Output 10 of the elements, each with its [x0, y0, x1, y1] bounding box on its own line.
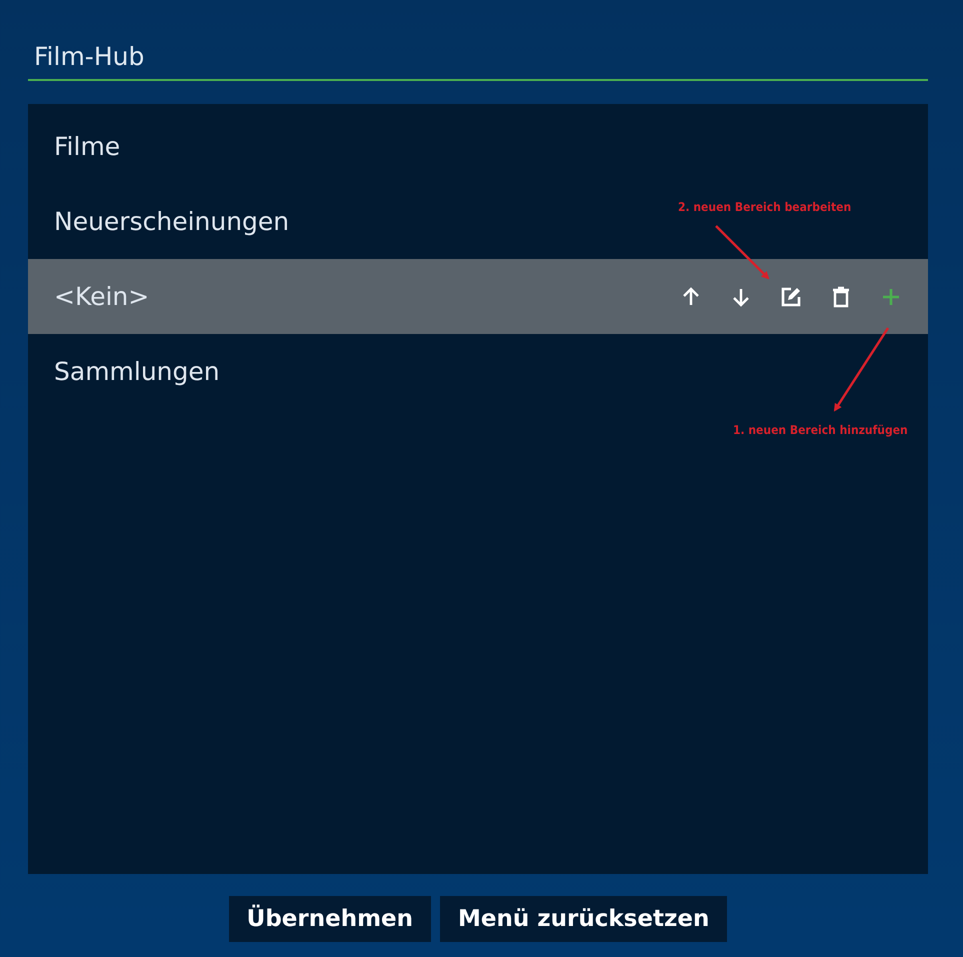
list-item[interactable]: Neuerscheinungen — [54, 207, 290, 236]
list-item[interactable]: Filme — [54, 132, 120, 161]
dialog-button[interactable]: Übernehmen — [228, 896, 432, 942]
list-item[interactable]: <Kein> — [54, 282, 150, 311]
dialog-title: Film-Hub — [28, 42, 928, 81]
dialog-button[interactable]: Menü zurücksetzen — [440, 896, 728, 942]
annotation-text: 1. neuen Bereich hinzufügen — [733, 423, 908, 437]
annotation-arrow — [715, 225, 770, 280]
list-item[interactable]: Sammlungen — [54, 357, 220, 386]
annotation-text: 2. neuen Bereich bearbeiten — [678, 200, 852, 214]
